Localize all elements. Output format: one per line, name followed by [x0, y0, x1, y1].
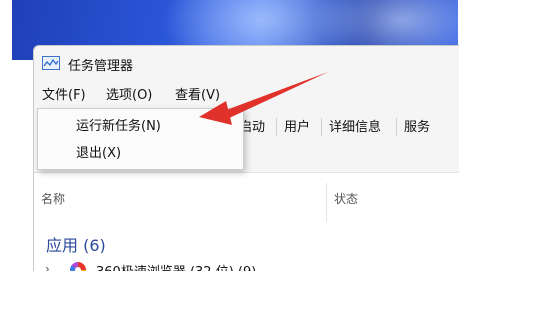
tab-details[interactable]: 详细信息 — [329, 116, 381, 135]
browser-icon — [70, 262, 86, 271]
menu-view[interactable]: 查看(V) — [175, 84, 220, 103]
tab-users[interactable]: 用户 — [284, 116, 310, 135]
window-title: 任务管理器 — [68, 59, 134, 74]
menu-item-run-new-task[interactable]: 运行新任务(N) — [76, 115, 161, 134]
column-status-header[interactable]: 状态 — [334, 190, 358, 207]
tab-divider — [396, 118, 397, 136]
process-list: 应用 (6) › 360极速浏览器 (32 位) (9) — [34, 222, 459, 271]
menu-item-exit[interactable]: 退出(X) — [76, 142, 121, 161]
task-manager-icon — [42, 56, 60, 70]
column-name-header[interactable]: 名称 — [41, 190, 65, 207]
tab-divider — [276, 118, 277, 136]
process-row[interactable]: › 360极速浏览器 (32 位) (9) — [34, 260, 459, 271]
group-label-apps: 应用 (6) — [46, 236, 106, 255]
menu-file[interactable]: 文件(F) — [42, 84, 86, 103]
column-header-row: 名称 状态 — [34, 172, 459, 224]
tab-services[interactable]: 服务 — [404, 116, 430, 135]
title-bar: 任务管理器 — [34, 46, 459, 80]
menu-bar: 文件(F) 选项(O) 查看(V) — [34, 82, 459, 104]
tab-divider — [321, 118, 322, 136]
menu-options[interactable]: 选项(O) — [106, 84, 152, 103]
column-divider[interactable] — [326, 183, 327, 223]
chevron-right-icon[interactable]: › — [45, 262, 50, 271]
file-menu-dropdown: 运行新任务(N) 退出(X) — [37, 108, 244, 170]
process-name: 360极速浏览器 (32 位) (9) — [96, 261, 256, 271]
